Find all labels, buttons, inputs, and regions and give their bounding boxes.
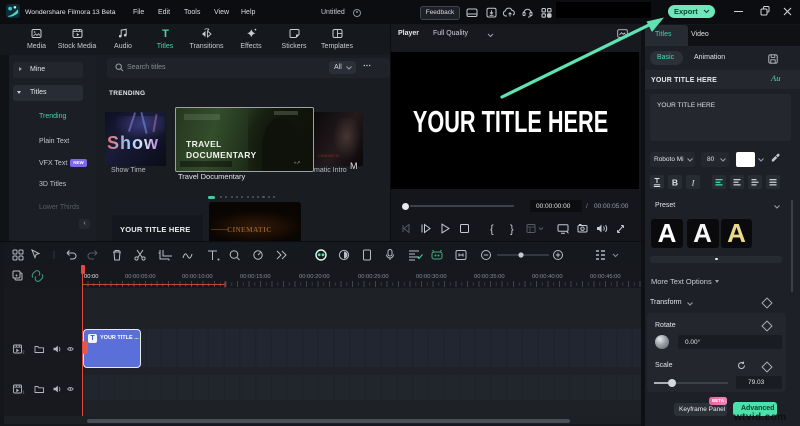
svg-text:00:00:25:00: 00:00:25:00 <box>358 274 389 280</box>
svg-text:1: 1 <box>22 390 25 395</box>
svg-text:I: I <box>691 178 696 188</box>
svg-text:00:00:20:00: 00:00:20:00 <box>299 274 330 280</box>
svg-text:00:00:40:00: 00:00:40:00 <box>532 274 563 280</box>
svg-text:T: T <box>162 28 169 39</box>
svg-text:2: 2 <box>22 350 25 355</box>
svg-text:B: B <box>672 178 678 188</box>
svg-text:{: { <box>490 224 494 236</box>
svg-text:}: } <box>510 224 514 236</box>
svg-text:00:00:35:00: 00:00:35:00 <box>474 274 505 280</box>
svg-text:00:00:45:00: 00:00:45:00 <box>590 274 621 280</box>
svg-text:00:00:30:00: 00:00:30:00 <box>416 274 447 280</box>
